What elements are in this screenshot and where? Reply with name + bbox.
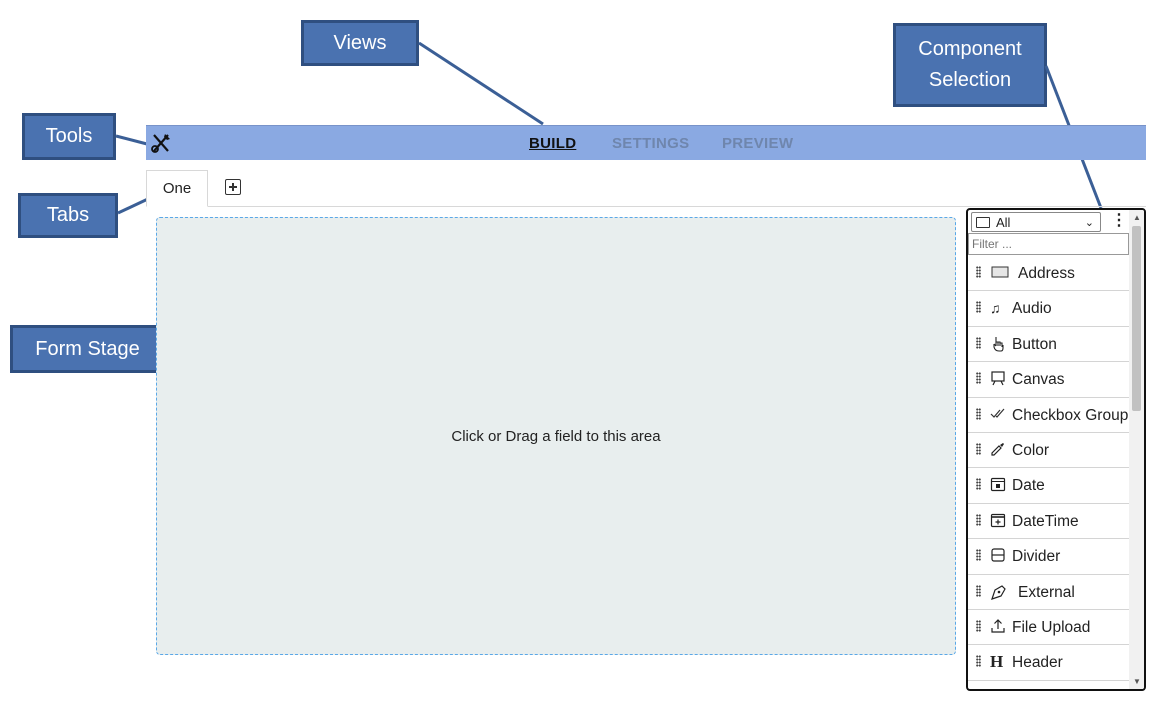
pen-nib-icon bbox=[990, 583, 1012, 601]
eyedropper-icon bbox=[990, 441, 1012, 459]
component-label: Divider bbox=[1012, 548, 1061, 566]
view-tab-settings[interactable]: SETTINGS bbox=[612, 135, 689, 152]
tools-icon[interactable] bbox=[150, 132, 172, 154]
music-note-icon: ♫ bbox=[990, 300, 1001, 317]
component-label: Date bbox=[1012, 477, 1045, 495]
plus-box-icon[interactable] bbox=[225, 179, 241, 195]
drag-handle-icon[interactable] bbox=[976, 655, 981, 668]
component-label: File Upload bbox=[1012, 618, 1091, 636]
category-select[interactable]: All ⌄ bbox=[971, 212, 1101, 232]
component-item-address[interactable]: Address bbox=[968, 256, 1129, 292]
component-label: DateTime bbox=[1012, 512, 1079, 530]
component-panel: All ⌄ ⋮ Address ♫ Audio Button bbox=[966, 208, 1146, 691]
top-toolbar: BUILD SETTINGS PREVIEW bbox=[146, 125, 1146, 160]
upload-icon bbox=[990, 618, 1012, 636]
header-icon: H bbox=[990, 652, 1004, 672]
component-item-divider[interactable]: Divider bbox=[968, 539, 1129, 575]
drag-handle-icon[interactable] bbox=[976, 619, 981, 632]
tab-strip-divider bbox=[146, 206, 1146, 207]
double-check-icon bbox=[990, 406, 1012, 424]
component-item-color[interactable]: Color bbox=[968, 433, 1129, 469]
views-leader bbox=[418, 41, 544, 126]
views-callout: Views bbox=[301, 20, 419, 66]
component-label: Checkbox Group bbox=[1012, 406, 1129, 424]
drag-handle-icon[interactable] bbox=[976, 549, 981, 562]
drag-handle-icon[interactable] bbox=[976, 266, 981, 278]
component-item-checkbox-group[interactable]: Checkbox Group bbox=[968, 398, 1129, 433]
chevron-down-icon: ⌄ bbox=[1084, 217, 1094, 229]
component-item-file-upload[interactable]: File Upload bbox=[968, 610, 1129, 646]
component-item-date[interactable]: Date bbox=[968, 468, 1129, 504]
component-item-button[interactable]: Button bbox=[968, 327, 1129, 363]
category-square-icon bbox=[976, 217, 990, 228]
component-list: Address ♫ Audio Button Canvas Checkbox G… bbox=[968, 256, 1129, 689]
drag-handle-icon[interactable] bbox=[976, 301, 981, 314]
drag-handle-icon[interactable] bbox=[976, 584, 981, 597]
category-select-value: All bbox=[996, 215, 1011, 230]
drag-handle-icon[interactable] bbox=[976, 407, 981, 420]
component-label: External bbox=[1018, 583, 1075, 601]
calendar-plus-icon bbox=[990, 512, 1012, 530]
component-label: Canvas bbox=[1012, 371, 1065, 389]
component-label: Color bbox=[1012, 441, 1050, 459]
stage-hint: Click or Drag a field to this area bbox=[451, 427, 661, 445]
component-item-datetime[interactable]: DateTime bbox=[968, 504, 1129, 540]
filter-input[interactable] bbox=[968, 233, 1129, 255]
pointer-hand-icon bbox=[990, 335, 1012, 353]
component-item-partial[interactable] bbox=[968, 681, 1129, 689]
component-label: Button bbox=[1012, 335, 1057, 353]
drag-handle-icon[interactable] bbox=[976, 478, 981, 491]
tabs-callout: Tabs bbox=[18, 193, 118, 238]
component-item-canvas[interactable]: Canvas bbox=[968, 362, 1129, 398]
tools-callout: Tools bbox=[22, 113, 116, 160]
scroll-down-icon[interactable]: ▼ bbox=[1133, 677, 1141, 686]
tab-one[interactable]: One bbox=[146, 170, 208, 207]
tools-leader bbox=[115, 134, 148, 146]
calendar-icon bbox=[990, 476, 1012, 494]
form-stage[interactable]: Click or Drag a field to this area bbox=[156, 217, 956, 655]
component-selection-callout: Component Selection bbox=[893, 23, 1047, 107]
scroll-up-icon[interactable]: ▲ bbox=[1133, 213, 1141, 222]
divider-icon bbox=[990, 547, 1012, 565]
view-tab-build[interactable]: BUILD bbox=[529, 135, 576, 152]
easel-icon bbox=[990, 370, 1012, 388]
address-card-icon bbox=[990, 264, 1012, 282]
drag-handle-icon[interactable] bbox=[976, 442, 981, 455]
drag-handle-icon[interactable] bbox=[976, 513, 981, 526]
form-stage-callout: Form Stage bbox=[10, 325, 165, 373]
panel-scrollbar[interactable]: ▲ ▼ bbox=[1129, 210, 1144, 689]
view-tab-preview[interactable]: PREVIEW bbox=[722, 135, 793, 152]
scroll-thumb[interactable] bbox=[1132, 226, 1141, 411]
component-item-header[interactable]: H Header bbox=[968, 645, 1129, 681]
component-label: Header bbox=[1012, 654, 1063, 672]
component-item-external[interactable]: External bbox=[968, 575, 1129, 610]
drag-handle-icon[interactable] bbox=[976, 372, 981, 385]
component-item-audio[interactable]: ♫ Audio bbox=[968, 291, 1129, 327]
component-label: Address bbox=[1018, 265, 1075, 282]
kebab-icon[interactable]: ⋮ bbox=[1111, 212, 1127, 230]
drag-handle-icon[interactable] bbox=[976, 336, 981, 349]
component-label: Audio bbox=[1012, 300, 1052, 318]
